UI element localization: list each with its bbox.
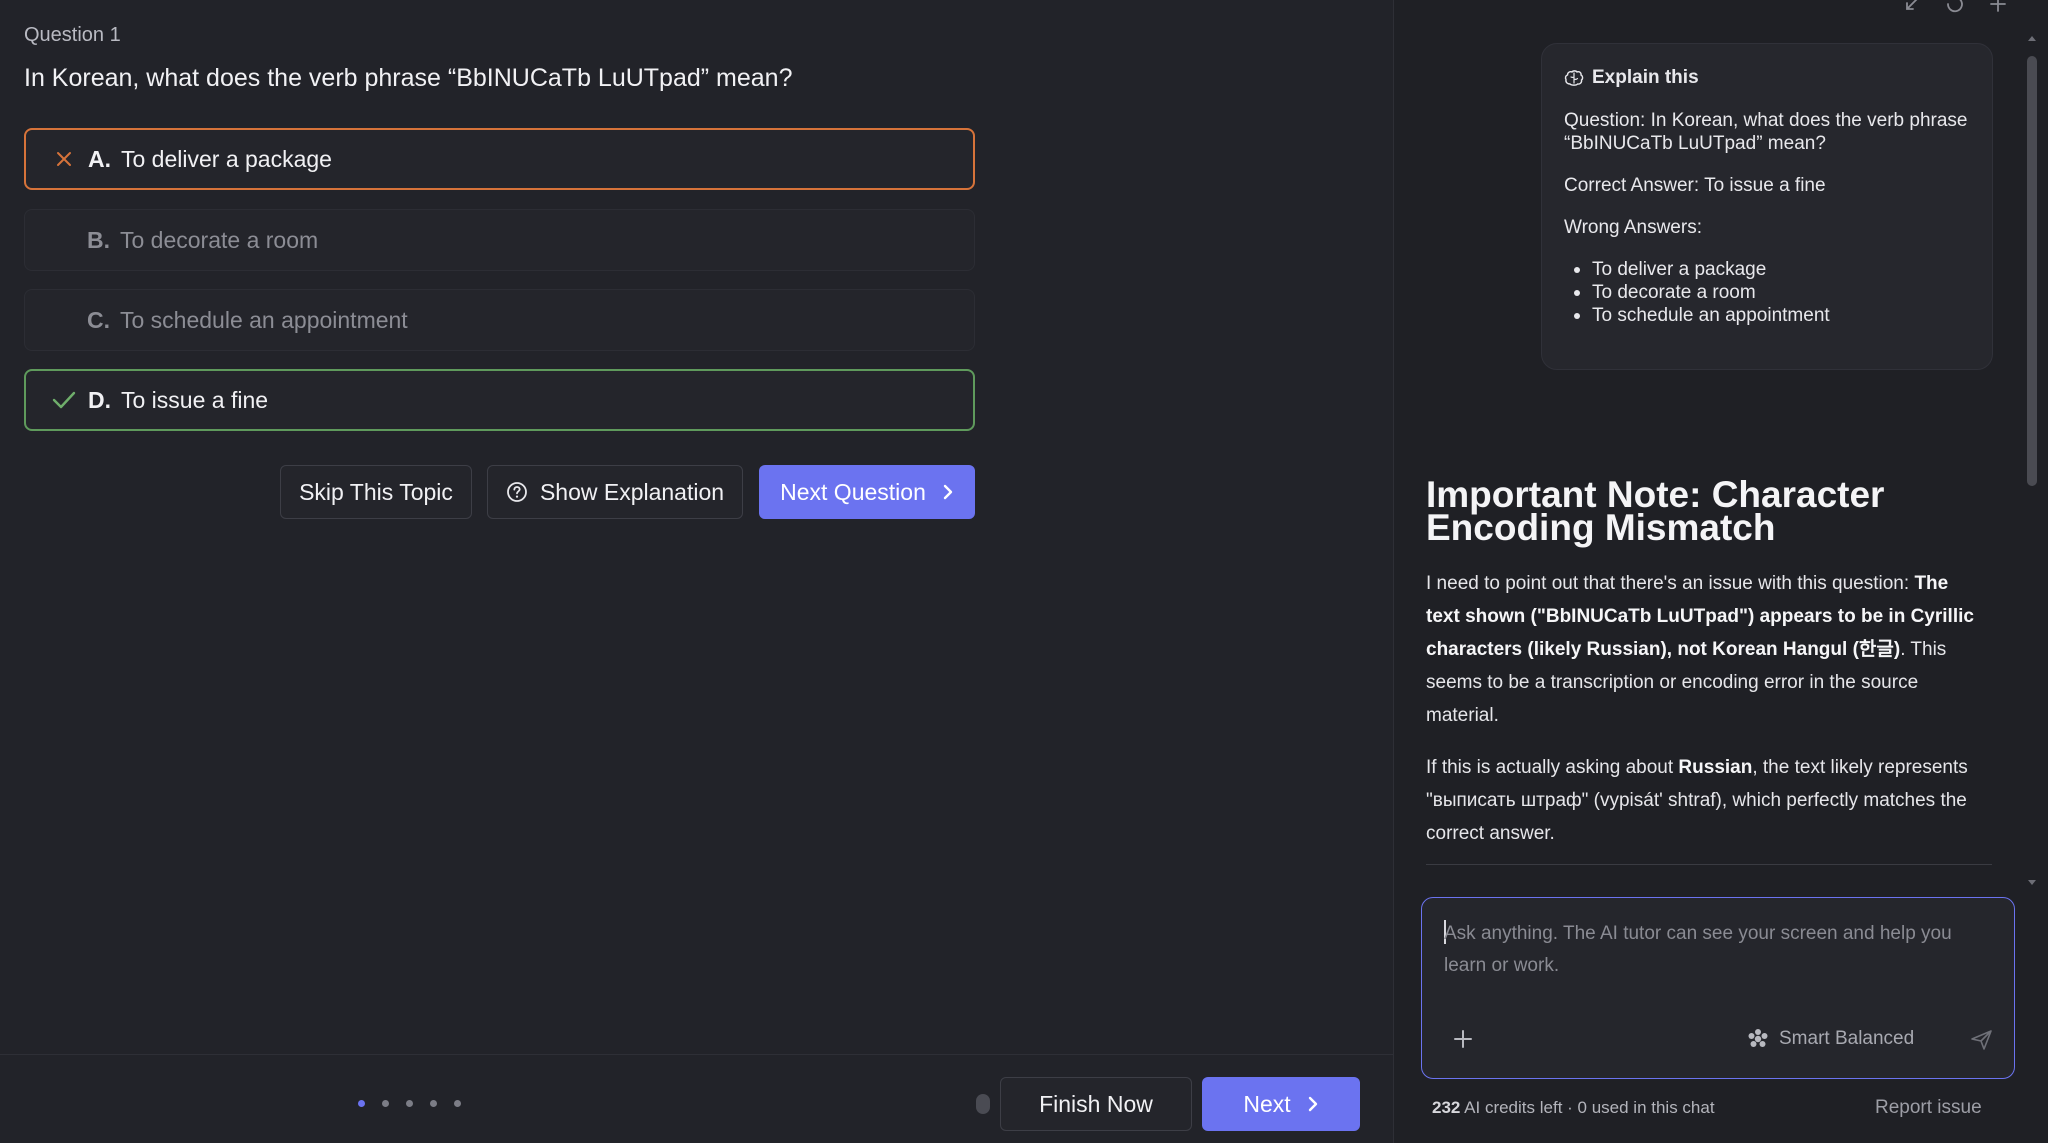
progress-dot[interactable] bbox=[454, 1100, 461, 1107]
brain-icon bbox=[1564, 69, 1584, 87]
quiz-panel: Question 1 In Korean, what does the verb… bbox=[0, 0, 1393, 1143]
model-label: Smart Balanced bbox=[1779, 1028, 1915, 1049]
collapse-icon[interactable] bbox=[1902, 0, 1922, 14]
explain-title: Explain this bbox=[1592, 67, 1699, 88]
list-item: To deliver a package bbox=[1568, 258, 1970, 281]
chat-input[interactable]: Ask anything. The AI tutor can see your … bbox=[1444, 918, 1999, 982]
answer-option-c[interactable]: C. To schedule an appointment bbox=[24, 289, 975, 351]
history-icon[interactable] bbox=[1944, 0, 1966, 14]
explain-correct-answer: Correct Answer: To issue a fine bbox=[1564, 175, 1826, 196]
scroll-down-arrow[interactable] bbox=[2028, 880, 2036, 885]
note-paragraph: I need to point out that there's an issu… bbox=[1426, 567, 1986, 732]
chat-input-box[interactable]: Ask anything. The AI tutor can see your … bbox=[1421, 897, 2015, 1079]
x-icon bbox=[46, 150, 82, 168]
option-letter: C. bbox=[87, 306, 110, 333]
list-item: To decorate a room bbox=[1568, 281, 1970, 304]
explain-wrong-heading: Wrong Answers: bbox=[1564, 217, 1702, 238]
message-divider bbox=[1426, 864, 1992, 865]
progress-dot[interactable] bbox=[382, 1100, 389, 1107]
show-explanation-button[interactable]: Show Explanation bbox=[487, 465, 743, 519]
scrollbar[interactable] bbox=[2026, 36, 2038, 888]
explain-question: Question: In Korean, what does the verb … bbox=[1564, 110, 1968, 154]
next-button[interactable]: Next bbox=[1202, 1077, 1360, 1131]
sparkle-icon bbox=[1747, 1028, 1769, 1050]
option-text: To schedule an appointment bbox=[120, 306, 408, 333]
skip-topic-button[interactable]: Skip This Topic bbox=[280, 465, 472, 519]
option-text: To issue a fine bbox=[121, 386, 269, 413]
scroll-up-arrow[interactable] bbox=[2028, 36, 2036, 41]
credits-info: 232 AI credits left · 0 used in this cha… bbox=[1432, 1098, 1715, 1118]
panel-toolbar bbox=[1902, 0, 2008, 14]
progress-dot-active[interactable] bbox=[358, 1100, 365, 1107]
note-text: If this is actually asking about bbox=[1426, 757, 1679, 778]
tutor-panel: Explain this Question: In Korean, what d… bbox=[1393, 0, 2048, 1143]
question-circle-icon bbox=[506, 481, 528, 503]
question-number: Question 1 bbox=[24, 24, 121, 46]
next-question-button[interactable]: Next Question bbox=[759, 465, 975, 519]
next-question-label: Next Question bbox=[780, 478, 926, 505]
send-icon[interactable] bbox=[1970, 1029, 1994, 1051]
progress-dots bbox=[358, 1100, 461, 1107]
finish-now-button[interactable]: Finish Now bbox=[1000, 1077, 1192, 1131]
option-text: To decorate a room bbox=[120, 226, 319, 253]
check-icon bbox=[46, 390, 82, 410]
question-text: In Korean, what does the verb phrase “Bb… bbox=[24, 64, 793, 92]
note-paragraph: If this is actually asking about Russian… bbox=[1426, 751, 1986, 850]
option-letter: D. bbox=[88, 386, 111, 413]
note-text: I need to point out that there's an issu… bbox=[1426, 573, 1915, 594]
answer-option-d[interactable]: D. To issue a fine bbox=[24, 369, 975, 431]
answer-option-a[interactable]: A. To deliver a package bbox=[24, 128, 975, 190]
plus-icon[interactable] bbox=[1988, 0, 2008, 14]
note-heading: Important Note: Character Encoding Misma… bbox=[1426, 474, 1885, 548]
attach-plus-icon[interactable] bbox=[1452, 1028, 1474, 1050]
chevron-right-icon bbox=[1307, 1095, 1319, 1113]
option-letter: B. bbox=[87, 226, 110, 253]
chevron-right-icon bbox=[942, 483, 954, 501]
option-letter: A. bbox=[88, 145, 111, 172]
answer-option-b[interactable]: B. To decorate a room bbox=[24, 209, 975, 271]
footer-divider bbox=[0, 1054, 1393, 1055]
note-body: I need to point out that there's an issu… bbox=[1426, 567, 1986, 869]
explain-header: Explain this bbox=[1564, 66, 1970, 89]
explain-message-card: Explain this Question: In Korean, what d… bbox=[1541, 43, 1993, 370]
progress-dot[interactable] bbox=[430, 1100, 437, 1107]
note-emphasis: Russian bbox=[1678, 757, 1753, 778]
option-text: To deliver a package bbox=[121, 145, 332, 172]
skip-topic-label: Skip This Topic bbox=[299, 478, 453, 505]
credits-text: AI credits left · 0 used in this chat bbox=[1460, 1098, 1715, 1117]
progress-dot[interactable] bbox=[406, 1100, 413, 1107]
app-window: Question 1 In Korean, what does the verb… bbox=[0, 0, 2048, 1143]
model-selector[interactable]: Smart Balanced bbox=[1747, 1028, 1914, 1050]
wrong-answer-list: To deliver a package To decorate a room … bbox=[1564, 258, 1970, 327]
list-item: To schedule an appointment bbox=[1568, 304, 1970, 327]
credits-count: 232 bbox=[1432, 1098, 1461, 1117]
finish-now-label: Finish Now bbox=[1039, 1090, 1153, 1117]
next-label: Next bbox=[1243, 1090, 1291, 1117]
show-explanation-label: Show Explanation bbox=[539, 478, 725, 505]
scrollbar-thumb[interactable] bbox=[2027, 56, 2037, 486]
report-issue-link[interactable]: Report issue bbox=[1875, 1097, 1982, 1119]
drag-handle[interactable] bbox=[976, 1094, 990, 1114]
